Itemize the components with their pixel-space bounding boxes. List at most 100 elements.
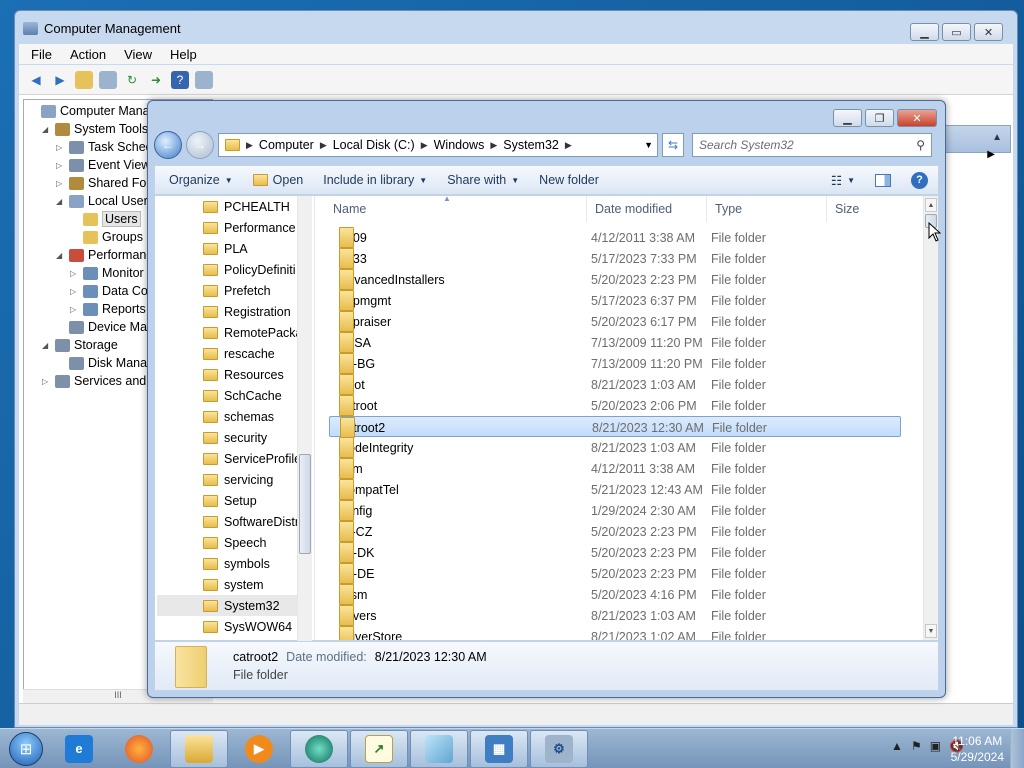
nav-folder-item[interactable]: Performance — [203, 217, 296, 238]
nav-folder-item[interactable]: ServiceProfile — [203, 448, 301, 469]
nav-folder-item[interactable]: system — [203, 574, 264, 595]
forward-arrow-icon[interactable]: ▶ — [51, 71, 69, 89]
nav-folder-item[interactable]: Resources — [203, 364, 284, 385]
tree-node[interactable]: ▷ Monitor — [70, 264, 144, 282]
help-icon[interactable]: ? — [171, 70, 189, 89]
nav-folder-item[interactable]: SysWOW64 — [203, 616, 292, 637]
tree-node[interactable]: ▷ Services and Ap — [42, 372, 164, 390]
show-action-pane-icon[interactable] — [195, 70, 213, 89]
taskbar-network-app[interactable]: ▦ — [470, 729, 528, 768]
nav-folder-item[interactable]: schemas — [203, 406, 274, 427]
show-desktop-button[interactable] — [1010, 729, 1024, 768]
file-row[interactable]: catroot2 8/21/2023 12:30 AM File folder — [329, 416, 901, 438]
back-button[interactable]: ← — [154, 131, 182, 159]
taskbar-computer-management[interactable]: ⚙ — [530, 729, 588, 768]
help-button[interactable]: ? — [901, 166, 938, 194]
action-center-flag-icon[interactable]: ⚑ — [911, 739, 922, 753]
tree-node[interactable]: ◢ Storage — [42, 336, 118, 354]
preview-pane-button[interactable] — [865, 166, 901, 194]
address-history-dropdown-icon[interactable]: ▼ — [644, 140, 653, 150]
open-button[interactable]: Open — [243, 166, 314, 194]
tree-toggle-icon[interactable]: ◢ — [42, 341, 51, 350]
more-actions-arrow-icon[interactable]: ▶ — [987, 149, 995, 160]
breadcrumb-chevron-icon[interactable]: ▶ — [565, 140, 572, 151]
tree-node[interactable]: Device Man — [56, 318, 154, 336]
menu-view[interactable]: View — [124, 47, 152, 62]
nav-folder-item[interactable]: security — [203, 427, 267, 448]
list-scrollbar[interactable]: ▲ ▼ — [923, 196, 938, 640]
nav-folder-item[interactable]: PLA — [203, 238, 248, 259]
tree-toggle-icon[interactable]: ▷ — [70, 305, 79, 314]
address-bar[interactable]: ▶ Computer ▶ Local Disk (C:) ▶ Windows ▶… — [218, 133, 658, 157]
nav-folder-item[interactable]: RemotePacka — [203, 322, 303, 343]
file-row[interactable]: DriverStore 8/21/2023 1:02 AM File folder — [329, 626, 901, 640]
tree-node[interactable]: ◢ Local Users — [56, 192, 154, 210]
search-box[interactable]: Search System32 ⚲ — [692, 133, 932, 157]
file-row[interactable]: da-DK 5/20/2023 2:23 PM File folder — [329, 542, 901, 563]
tree-node[interactable]: Disk Manag — [56, 354, 154, 372]
file-row[interactable]: com 4/12/2011 3:38 AM File folder — [329, 458, 901, 479]
taskbar-app-teal[interactable] — [290, 729, 348, 768]
share-with-button[interactable]: Share with ▼ — [437, 166, 529, 194]
file-row[interactable]: ar-SA 7/13/2009 11:20 PM File folder — [329, 332, 901, 353]
nav-folder-item[interactable]: System32 — [157, 595, 297, 616]
breadcrumb-computer[interactable]: Computer — [259, 138, 314, 152]
scroll-down-icon[interactable]: ▼ — [925, 624, 937, 638]
file-row[interactable]: 0409 4/12/2011 3:38 AM File folder — [329, 227, 901, 248]
forward-button[interactable]: → — [186, 131, 214, 159]
change-view-button[interactable]: ☷ ▼ — [821, 166, 865, 194]
scroll-up-icon[interactable]: ▲ — [925, 198, 937, 212]
ex-close-button[interactable]: ✕ — [897, 109, 937, 127]
col-size[interactable]: Size — [827, 196, 907, 222]
nav-folder-item[interactable]: Speech — [203, 532, 266, 553]
tree-node[interactable]: Computer Manage — [28, 102, 164, 120]
file-row[interactable]: de-DE 5/20/2023 2:23 PM File folder — [329, 563, 901, 584]
cm-close-button[interactable]: ✕ — [974, 23, 1003, 41]
file-row[interactable]: CodeIntegrity 8/21/2023 1:03 AM File folde… — [329, 437, 901, 458]
tree-node[interactable]: Users — [70, 210, 141, 228]
tree-node[interactable]: ▷ Data Co — [70, 282, 148, 300]
tree-node[interactable]: ▷ Reports — [70, 300, 146, 318]
file-row[interactable]: Boot 8/21/2023 1:03 AM File folder — [329, 374, 901, 395]
nav-scrollbar[interactable] — [297, 196, 312, 642]
taskbar-explorer[interactable] — [170, 729, 228, 768]
breadcrumb-chevron-icon[interactable]: ▶ — [490, 140, 497, 151]
clock[interactable]: 11:06 AM 5/29/2024 — [951, 733, 1004, 765]
col-date[interactable]: Date modified — [587, 196, 707, 222]
breadcrumb-local-disk[interactable]: Local Disk (C:) — [333, 138, 415, 152]
search-icon[interactable]: ⚲ — [916, 138, 925, 152]
nav-folder-item[interactable]: PolicyDefiniti — [203, 259, 296, 280]
nav-folder-item[interactable]: rescache — [203, 343, 275, 364]
nav-folder-item[interactable]: PCHEALTH — [203, 196, 290, 217]
tree-toggle-icon[interactable]: ▷ — [56, 179, 65, 188]
tree-toggle-icon[interactable]: ▷ — [70, 269, 79, 278]
breadcrumb-windows[interactable]: Windows — [434, 138, 485, 152]
taskbar-media-player[interactable]: ▶ — [230, 730, 288, 768]
file-row[interactable]: drivers 8/21/2023 1:03 AM File folder — [329, 605, 901, 626]
file-row[interactable]: Dism 5/20/2023 4:16 PM File folder — [329, 584, 901, 605]
tree-toggle-icon[interactable]: ◢ — [56, 251, 65, 260]
menu-file[interactable]: File — [31, 47, 52, 62]
tree-toggle-icon[interactable]: ▷ — [42, 377, 51, 386]
file-row[interactable]: 1033 5/17/2023 7:33 PM File folder — [329, 248, 901, 269]
organize-button[interactable]: Organize ▼ — [155, 166, 243, 194]
file-row[interactable]: appmgmt 5/17/2023 6:37 PM File folder — [329, 290, 901, 311]
breadcrumb-chevron-icon[interactable]: ▶ — [246, 140, 253, 151]
file-row[interactable]: config 1/29/2024 2:30 AM File folder — [329, 500, 901, 521]
back-arrow-icon[interactable]: ◀ — [27, 71, 45, 89]
nav-folder-item[interactable]: Registration — [203, 301, 291, 322]
tree-toggle-icon[interactable]: ◢ — [42, 125, 51, 134]
export-list-icon[interactable]: ➜ — [147, 71, 165, 89]
tree-node[interactable]: ▷ Task Schedu — [56, 138, 160, 156]
tree-toggle-icon[interactable]: ▷ — [56, 143, 65, 152]
tree-node[interactable]: Groups — [70, 228, 143, 246]
ex-minimize-button[interactable]: ▁ — [833, 109, 862, 127]
refresh-icon[interactable]: ↻ — [123, 71, 141, 89]
menu-action[interactable]: Action — [70, 47, 106, 62]
nav-folder-item[interactable]: Setup — [203, 490, 257, 511]
up-folder-icon[interactable] — [75, 70, 93, 89]
taskbar-notepad[interactable]: ↗ — [350, 729, 408, 768]
tree-node[interactable]: ▷ Shared Fold — [56, 174, 156, 192]
tree-node[interactable]: ◢ Performanc — [56, 246, 153, 264]
show-hidden-icons-icon[interactable]: ▲ — [891, 739, 903, 753]
